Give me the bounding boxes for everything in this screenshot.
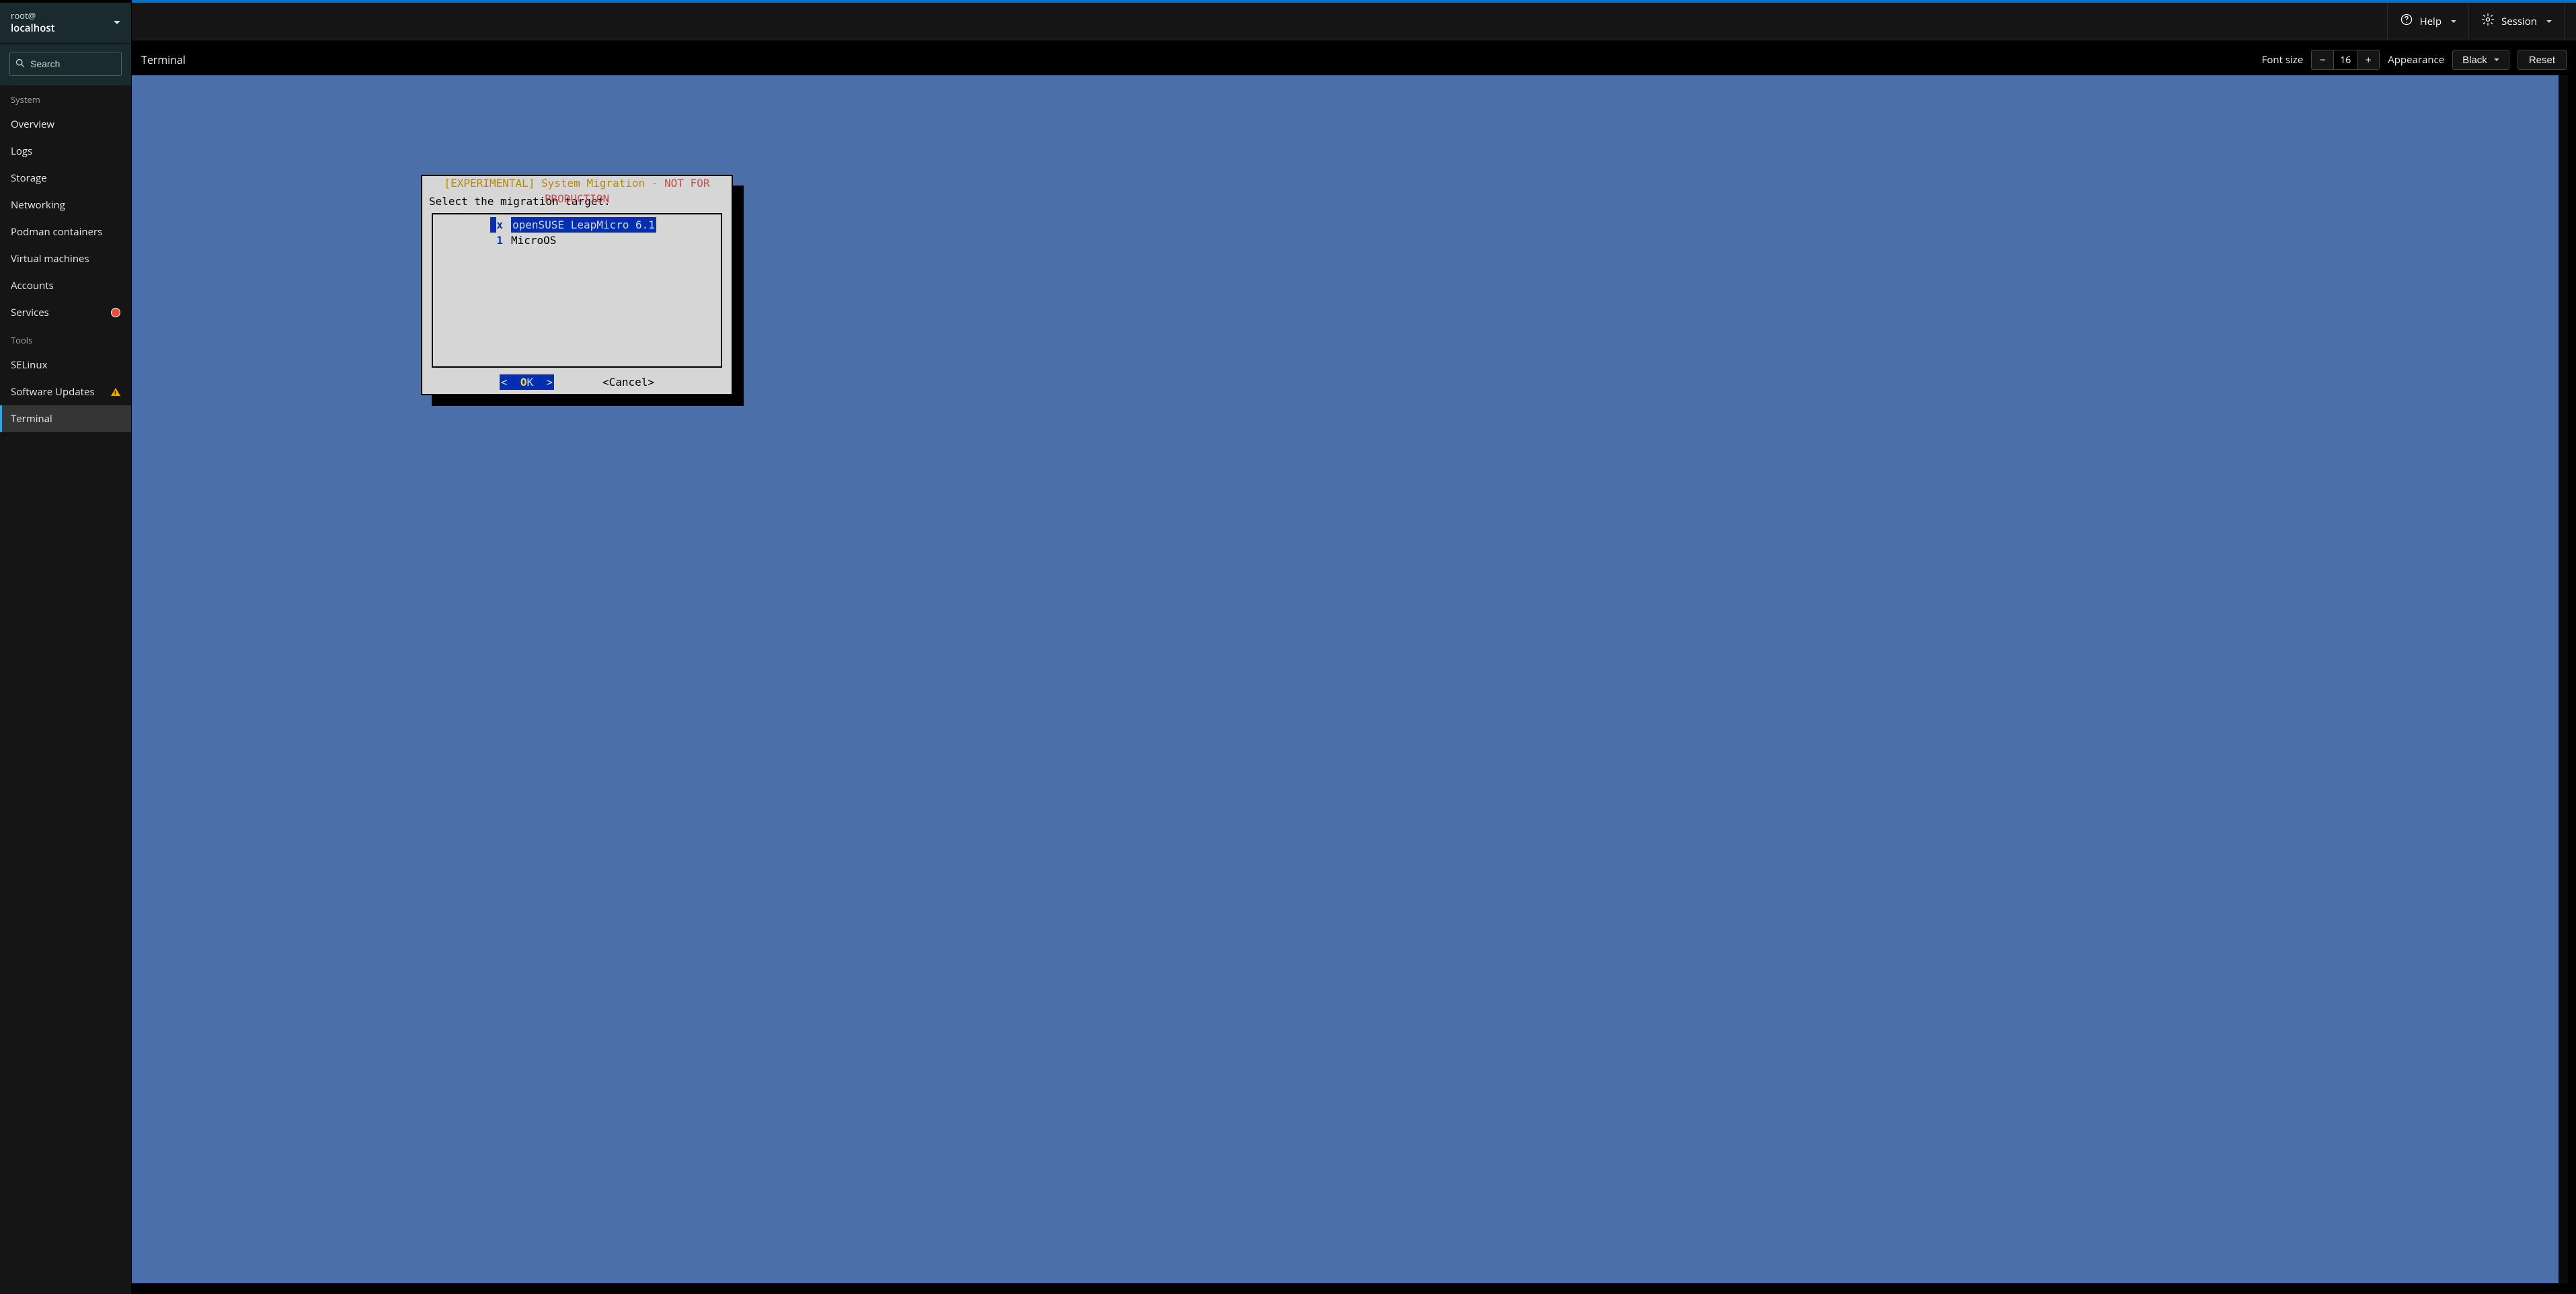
sidebar-item-storage[interactable]: Storage — [0, 165, 131, 192]
nav-section-tools: Tools — [0, 326, 131, 352]
sidebar-item-software-updates[interactable]: Software Updates — [0, 378, 131, 405]
session-menu[interactable]: Session — [2468, 3, 2564, 40]
alert-warning-icon — [111, 388, 120, 396]
sidebar-item-label: Podman containers — [11, 225, 102, 239]
chevron-down-icon — [2451, 20, 2456, 23]
host-user: root@ — [11, 9, 55, 22]
font-increase-button[interactable]: + — [2357, 50, 2380, 70]
appearance-select[interactable]: Black — [2452, 50, 2509, 70]
host-name: localhost — [11, 22, 55, 35]
sidebar-item-label: Software Updates — [11, 385, 95, 399]
main: Help Session Terminal Font size − 16 + A… — [132, 3, 2576, 1294]
sidebar-item-label: Accounts — [11, 279, 54, 292]
tui-option-label: openSUSE LeapMicro 6.1 — [511, 217, 656, 233]
chevron-down-icon — [2494, 58, 2499, 61]
gear-icon — [2481, 13, 2495, 30]
sidebar-item-label: SELinux — [11, 358, 47, 372]
tui-option-list: x openSUSE LeapMicro 6.1 1 MicroOS — [432, 213, 722, 368]
sidebar-item-logs[interactable]: Logs — [0, 138, 131, 165]
sidebar-item-podman-containers[interactable]: Podman containers — [0, 218, 131, 245]
search-icon — [15, 56, 25, 71]
chevron-down-icon — [2546, 20, 2552, 23]
appearance-label: Appearance — [2388, 53, 2444, 67]
session-label: Session — [2501, 15, 2537, 28]
host-switcher[interactable]: root@ localhost — [0, 3, 131, 44]
topbar: Help Session — [132, 3, 2576, 40]
tui-ok-button[interactable]: < OK > — [500, 374, 554, 390]
sidebar-item-label: Logs — [11, 145, 32, 158]
tui-option[interactable]: x openSUSE LeapMicro 6.1 — [433, 217, 721, 233]
help-label: Help — [2420, 15, 2442, 28]
sidebar-item-selinux[interactable]: SELinux — [0, 352, 131, 378]
reset-button[interactable]: Reset — [2518, 50, 2567, 70]
help-menu[interactable]: Help — [2387, 3, 2468, 40]
alert-error-icon — [111, 308, 120, 317]
topbar-edge — [2564, 3, 2576, 40]
sidebar: root@ localhost System Overview Logs Sto… — [0, 3, 132, 1294]
chevron-down-icon — [114, 21, 120, 24]
sidebar-item-overview[interactable]: Overview — [0, 111, 131, 138]
search-input-wrap[interactable] — [9, 52, 122, 76]
page-title: Terminal — [141, 52, 186, 67]
sidebar-item-label: Storage — [11, 171, 47, 185]
appearance-value: Black — [2462, 54, 2487, 66]
sidebar-item-services[interactable]: Services — [0, 299, 131, 326]
sidebar-item-terminal[interactable]: Terminal — [0, 405, 131, 432]
terminal-viewport[interactable]: [EXPERIMENTAL] System Migration - NOT FO… — [132, 75, 2568, 1283]
font-decrease-button[interactable]: − — [2311, 50, 2334, 70]
tui-dialog: [EXPERIMENTAL] System Migration - NOT FO… — [421, 175, 733, 395]
terminal-toolbar: Terminal Font size − 16 + Appearance Bla… — [132, 40, 2576, 75]
sidebar-item-label: Terminal — [11, 412, 52, 426]
help-icon — [2400, 13, 2413, 30]
tui-dialog-title: [EXPERIMENTAL] System Migration - NOT FO… — [422, 175, 732, 206]
sidebar-item-label: Networking — [11, 198, 65, 212]
terminal-scrollbar[interactable] — [2559, 75, 2568, 1283]
sidebar-item-label: Overview — [11, 118, 54, 131]
sidebar-item-networking[interactable]: Networking — [0, 192, 131, 218]
font-size-value: 16 — [2334, 50, 2357, 70]
sidebar-item-virtual-machines[interactable]: Virtual machines — [0, 245, 131, 272]
sidebar-item-label: Services — [11, 306, 49, 319]
tui-option-label: MicroOS — [511, 233, 556, 248]
nav-section-system: System — [0, 85, 131, 111]
tui-option[interactable]: 1 MicroOS — [433, 233, 721, 248]
sidebar-item-label: Virtual machines — [11, 252, 89, 266]
tui-cancel-button[interactable]: <Cancel> — [602, 374, 654, 390]
sidebar-item-accounts[interactable]: Accounts — [0, 272, 131, 299]
font-size-label: Font size — [2262, 53, 2304, 67]
